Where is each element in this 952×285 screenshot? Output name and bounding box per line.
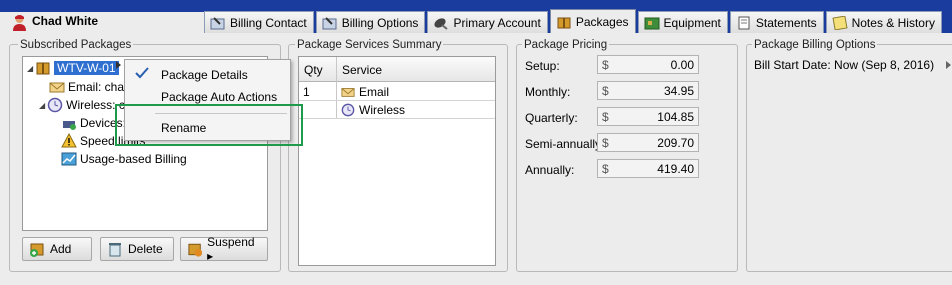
- collapse-arrow-icon[interactable]: ◢: [27, 64, 33, 73]
- column-header-service[interactable]: Service: [342, 63, 382, 77]
- device-icon: [63, 121, 76, 130]
- checkmark-icon: [135, 67, 149, 79]
- document-icon: [738, 16, 750, 29]
- setup-label: Setup:: [525, 59, 560, 73]
- services-table[interactable]: Qty Service 1 Email 1 Wireless: [298, 56, 496, 266]
- billing-options-title: Package Billing Options: [752, 39, 878, 51]
- row-divider: [299, 118, 495, 119]
- envelope-icon: [49, 82, 65, 93]
- column-divider: [336, 57, 337, 118]
- service-label: Wireless: [359, 102, 406, 117]
- tab-label: Billing Contact: [230, 15, 307, 30]
- semi-annually-value: 209.70: [657, 136, 694, 150]
- circuit-board-icon: [644, 17, 660, 29]
- tab-packages[interactable]: Packages: [549, 9, 636, 33]
- wrench-card-icon: [322, 16, 337, 29]
- monthly-value: 34.95: [663, 84, 694, 98]
- package-name[interactable]: WTV-W-01: [54, 61, 119, 75]
- chart-icon: [61, 152, 77, 166]
- add-button-label: Add: [50, 242, 72, 256]
- tab-equipment[interactable]: Equipment: [637, 11, 728, 33]
- rename-highlight-box: [115, 104, 303, 146]
- tab-bar: Billing Contact Billing Options Primary …: [204, 9, 944, 33]
- tab-label: Billing Options: [341, 15, 419, 30]
- bill-start-date-option[interactable]: Bill Start Date: Now (Sep 8, 2016): [754, 58, 952, 72]
- tab-label: Notes & History: [851, 15, 935, 30]
- currency-symbol: $: [602, 110, 609, 124]
- menu-item-package-auto-actions[interactable]: Package Auto Actions: [161, 90, 277, 104]
- envelope-icon: [341, 87, 355, 97]
- suspend-button-label: Suspend ▸: [207, 235, 255, 263]
- subscribed-packages-title: Subscribed Packages: [18, 39, 134, 51]
- suspend-package-icon: [188, 243, 203, 257]
- table-header: Qty Service: [299, 57, 495, 82]
- tab-primary-account[interactable]: Primary Account: [427, 11, 548, 33]
- add-package-icon: [30, 243, 44, 257]
- satellite-dish-icon: [434, 17, 449, 30]
- setup-price-field[interactable]: $0.00: [597, 55, 699, 74]
- notepad-icon: [832, 15, 848, 30]
- suspend-package-button[interactable]: Suspend ▸: [180, 235, 268, 263]
- monthly-label: Monthly:: [525, 85, 571, 99]
- tab-billing-contact[interactable]: Billing Contact: [204, 11, 314, 33]
- tab-billing-options[interactable]: Billing Options: [315, 11, 426, 33]
- package-pricing-group: [516, 44, 738, 272]
- annually-value: 419.40: [657, 162, 694, 176]
- package-pricing-title: Package Pricing: [522, 39, 610, 51]
- quarterly-value: 104.85: [657, 110, 694, 124]
- currency-symbol: $: [602, 84, 609, 98]
- bill-start-date-label: Bill Start Date: Now (Sep 8, 2016): [754, 58, 935, 72]
- tree-item-package[interactable]: ◢ WTV-W-01: [27, 59, 119, 77]
- row-1-qty[interactable]: 1: [303, 84, 310, 100]
- setup-value: 0.00: [670, 58, 694, 72]
- trash-icon: [109, 243, 121, 257]
- currency-symbol: $: [602, 58, 609, 72]
- wrench-card-icon: [210, 16, 225, 29]
- tab-label: Statements: [755, 15, 817, 30]
- wireless-clock-icon: [47, 97, 63, 113]
- semi-annually-label: Semi-annually:: [525, 137, 605, 151]
- semi-annually-price-field[interactable]: $209.70: [597, 133, 699, 152]
- package-icon: [557, 17, 571, 28]
- submenu-arrow-icon: [116, 61, 121, 69]
- currency-symbol: $: [602, 136, 609, 150]
- services-summary-title: Package Services Summary: [295, 39, 444, 51]
- row-2-qty[interactable]: 1: [303, 102, 310, 118]
- quarterly-label: Quarterly:: [525, 111, 578, 125]
- annually-price-field[interactable]: $419.40: [597, 159, 699, 178]
- tree-item-usage-billing[interactable]: Usage-based Billing: [61, 150, 187, 168]
- add-package-button[interactable]: Add: [22, 237, 92, 261]
- column-header-qty[interactable]: Qty: [304, 63, 323, 77]
- menu-item-package-details[interactable]: Package Details: [161, 68, 248, 82]
- tab-statements[interactable]: Statements: [729, 11, 824, 33]
- delete-package-button[interactable]: Delete: [100, 237, 174, 261]
- tab-label: Primary Account: [453, 15, 541, 30]
- package-icon: [36, 62, 50, 75]
- expand-arrow-icon[interactable]: [946, 61, 952, 69]
- customer-name: Chad White: [32, 14, 98, 28]
- tab-label: Equipment: [663, 15, 721, 30]
- tree-item-label: Usage-based Billing: [80, 152, 187, 166]
- user-avatar-icon: [13, 15, 26, 31]
- billing-options-group: [746, 44, 952, 272]
- collapse-arrow-icon[interactable]: ◢: [39, 101, 45, 110]
- row-2-service[interactable]: Wireless: [341, 101, 405, 118]
- tab-label: Packages: [575, 14, 629, 29]
- wireless-clock-icon: [341, 103, 355, 116]
- warning-icon: [61, 133, 77, 148]
- monthly-price-field[interactable]: $34.95: [597, 81, 699, 100]
- delete-button-label: Delete: [128, 242, 163, 256]
- quarterly-price-field[interactable]: $104.85: [597, 107, 699, 126]
- tab-notes-history[interactable]: Notes & History: [825, 11, 942, 33]
- service-label: Email: [359, 84, 390, 99]
- currency-symbol: $: [602, 162, 609, 176]
- row-1-service[interactable]: Email: [341, 83, 389, 100]
- annually-label: Annually:: [525, 163, 575, 177]
